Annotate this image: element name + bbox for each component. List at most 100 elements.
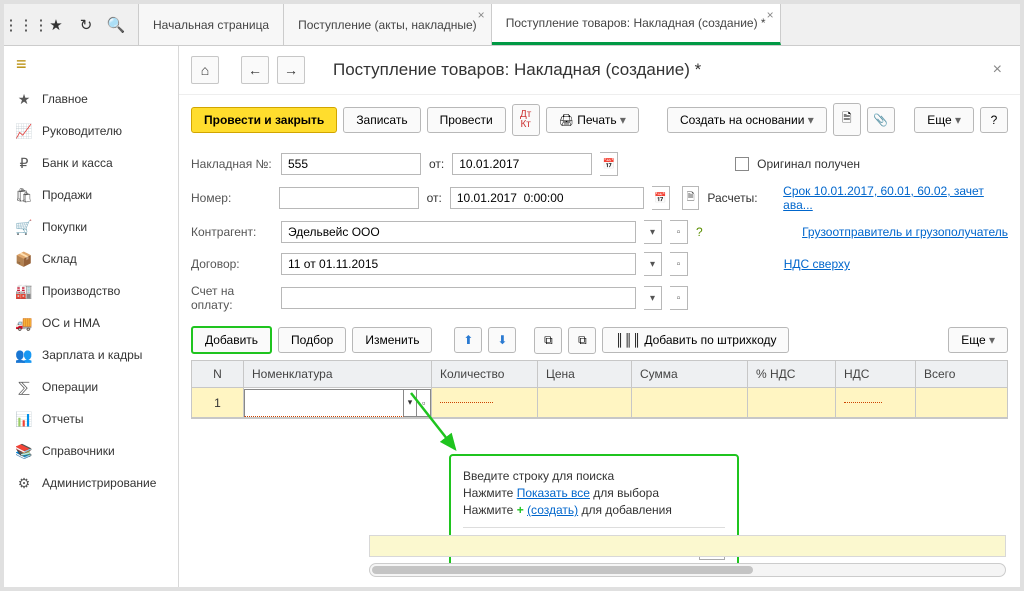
- payment-acc-input[interactable]: [281, 287, 636, 309]
- box-icon: 📦: [16, 251, 32, 267]
- cell-vatp[interactable]: [748, 388, 836, 417]
- more-button[interactable]: Еще: [914, 107, 974, 133]
- grid-more-button[interactable]: Еще: [948, 327, 1008, 353]
- sidebar-item-purchases[interactable]: 🛒Покупки: [4, 211, 178, 243]
- tab-receipts[interactable]: Поступление (акты, накладные)×: [284, 4, 492, 45]
- chevron-down-icon[interactable]: ▾: [644, 286, 662, 310]
- cell-sum[interactable]: [632, 388, 748, 417]
- copy-button[interactable]: ⧉: [534, 327, 562, 354]
- movements-button[interactable]: ДтКт: [512, 104, 540, 136]
- add-by-barcode-button[interactable]: ║║║ Добавить по штрихкоду: [602, 327, 789, 353]
- invoice-date-input[interactable]: [452, 153, 592, 175]
- number-date-input[interactable]: [450, 187, 645, 209]
- apps-icon[interactable]: ⋮⋮⋮: [18, 17, 34, 33]
- open-icon[interactable]: ▫: [417, 389, 431, 417]
- cell-total[interactable]: [916, 388, 1007, 417]
- pick-button[interactable]: Подбор: [278, 327, 346, 353]
- open-icon[interactable]: ▫: [670, 286, 688, 310]
- truck-icon: 🚚: [16, 315, 32, 331]
- chevron-down-icon[interactable]: ▾: [644, 220, 662, 244]
- sidebar-item-bank[interactable]: ₽Банк и касса: [4, 147, 178, 179]
- save-button[interactable]: Записать: [343, 107, 420, 133]
- sidebar-item-warehouse[interactable]: 📦Склад: [4, 243, 178, 275]
- invoice-no-input[interactable]: [281, 153, 421, 175]
- horizontal-scrollbar[interactable]: [369, 563, 1006, 577]
- col-quantity[interactable]: Количество: [432, 361, 538, 387]
- calendar-icon[interactable]: 📅: [652, 186, 670, 210]
- original-received-checkbox[interactable]: [735, 157, 749, 171]
- cell-price[interactable]: [538, 388, 632, 417]
- paste-button[interactable]: ⧉: [568, 327, 596, 354]
- home-button[interactable]: ⌂: [191, 56, 219, 84]
- add-row-button[interactable]: Добавить: [191, 326, 272, 354]
- contract-label: Договор:: [191, 257, 273, 271]
- clip-button[interactable]: 📎: [867, 107, 895, 133]
- print-button[interactable]: Печать: [546, 107, 639, 133]
- number-input[interactable]: [279, 187, 419, 209]
- edit-button[interactable]: Изменить: [352, 327, 432, 353]
- history-icon[interactable]: ↻: [78, 17, 94, 33]
- barcode-icon: ║║║: [615, 333, 641, 347]
- sidebar-item-main[interactable]: ★Главное: [4, 83, 178, 115]
- menu-icon[interactable]: ≡: [4, 46, 178, 83]
- sidebar-item-manager[interactable]: 📈Руководителю: [4, 115, 178, 147]
- attach-doc-button[interactable]: 🗎: [833, 103, 861, 136]
- nomenclature-input[interactable]: [244, 389, 404, 417]
- col-total[interactable]: Всего: [916, 361, 1007, 387]
- back-button[interactable]: ←: [241, 56, 269, 84]
- top-tab-bar: ⋮⋮⋮ ★ ↻ 🔍 Начальная страница Поступление…: [4, 4, 1020, 46]
- open-icon[interactable]: ▫: [670, 220, 688, 244]
- forward-button[interactable]: →: [277, 56, 305, 84]
- cell-qty[interactable]: [432, 388, 538, 417]
- number-label: Номер:: [191, 191, 271, 205]
- table-row[interactable]: 1 ▾ ▫: [192, 388, 1007, 418]
- sidebar-item-reports[interactable]: 📊Отчеты: [4, 403, 178, 435]
- items-grid: N Номенклатура Количество Цена Сумма % Н…: [191, 360, 1008, 419]
- cart-icon: 🛒: [16, 219, 32, 235]
- star-icon[interactable]: ★: [48, 17, 64, 33]
- help-link[interactable]: ?: [696, 225, 703, 239]
- col-n[interactable]: N: [192, 361, 244, 387]
- doc-icon[interactable]: 🗎: [682, 186, 700, 210]
- post-and-close-button[interactable]: Провести и закрыть: [191, 107, 337, 133]
- payment-acc-label: Счет на оплату:: [191, 284, 273, 312]
- open-icon[interactable]: ▫: [670, 252, 688, 276]
- chevron-down-icon[interactable]: ▾: [404, 389, 418, 417]
- post-button[interactable]: Провести: [427, 107, 506, 133]
- shipper-link[interactable]: Грузоотправитель и грузополучатель: [802, 225, 1008, 239]
- sidebar-item-assets[interactable]: 🚚ОС и НМА: [4, 307, 178, 339]
- create-link-inline[interactable]: (создать): [527, 503, 578, 517]
- calendar-icon[interactable]: 📅: [600, 152, 618, 176]
- contract-input[interactable]: [281, 253, 636, 275]
- chevron-down-icon[interactable]: ▾: [644, 252, 662, 276]
- close-page-button[interactable]: ×: [987, 61, 1008, 79]
- cell-vat[interactable]: [836, 388, 916, 417]
- page-title: Поступление товаров: Накладная (создание…: [333, 60, 979, 80]
- sidebar-item-operations[interactable]: ⅀Операции: [4, 371, 178, 403]
- counterparty-input[interactable]: [281, 221, 636, 243]
- help-button[interactable]: ?: [980, 107, 1008, 133]
- col-price[interactable]: Цена: [538, 361, 632, 387]
- search-icon[interactable]: 🔍: [108, 17, 124, 33]
- sidebar-item-sales[interactable]: 🛍Продажи: [4, 179, 178, 211]
- move-down-button[interactable]: ⬇: [488, 327, 516, 353]
- col-vat[interactable]: НДС: [836, 361, 916, 387]
- counterparty-label: Контрагент:: [191, 225, 273, 239]
- tab-current[interactable]: Поступление товаров: Накладная (создание…: [492, 4, 781, 45]
- close-icon[interactable]: ×: [767, 8, 774, 22]
- sidebar-item-production[interactable]: 🏭Производство: [4, 275, 178, 307]
- show-all-link-inline[interactable]: Показать все: [517, 486, 590, 500]
- col-vat-percent[interactable]: % НДС: [748, 361, 836, 387]
- settlements-link[interactable]: Срок 10.01.2017, 60.01, 60.02, зачет ава…: [783, 184, 1008, 212]
- close-icon[interactable]: ×: [478, 8, 485, 22]
- create-based-button[interactable]: Создать на основании: [667, 107, 827, 133]
- vat-link[interactable]: НДС сверху: [784, 257, 850, 271]
- sidebar-item-payroll[interactable]: 👥Зарплата и кадры: [4, 339, 178, 371]
- tab-home[interactable]: Начальная страница: [138, 4, 284, 45]
- move-up-button[interactable]: ⬆: [454, 327, 482, 353]
- sidebar-item-catalogs[interactable]: 📚Справочники: [4, 435, 178, 467]
- sidebar-item-admin[interactable]: ⚙Администрирование: [4, 467, 178, 499]
- invoice-no-label: Накладная №:: [191, 157, 273, 171]
- col-nomenclature[interactable]: Номенклатура: [244, 361, 432, 387]
- col-sum[interactable]: Сумма: [632, 361, 748, 387]
